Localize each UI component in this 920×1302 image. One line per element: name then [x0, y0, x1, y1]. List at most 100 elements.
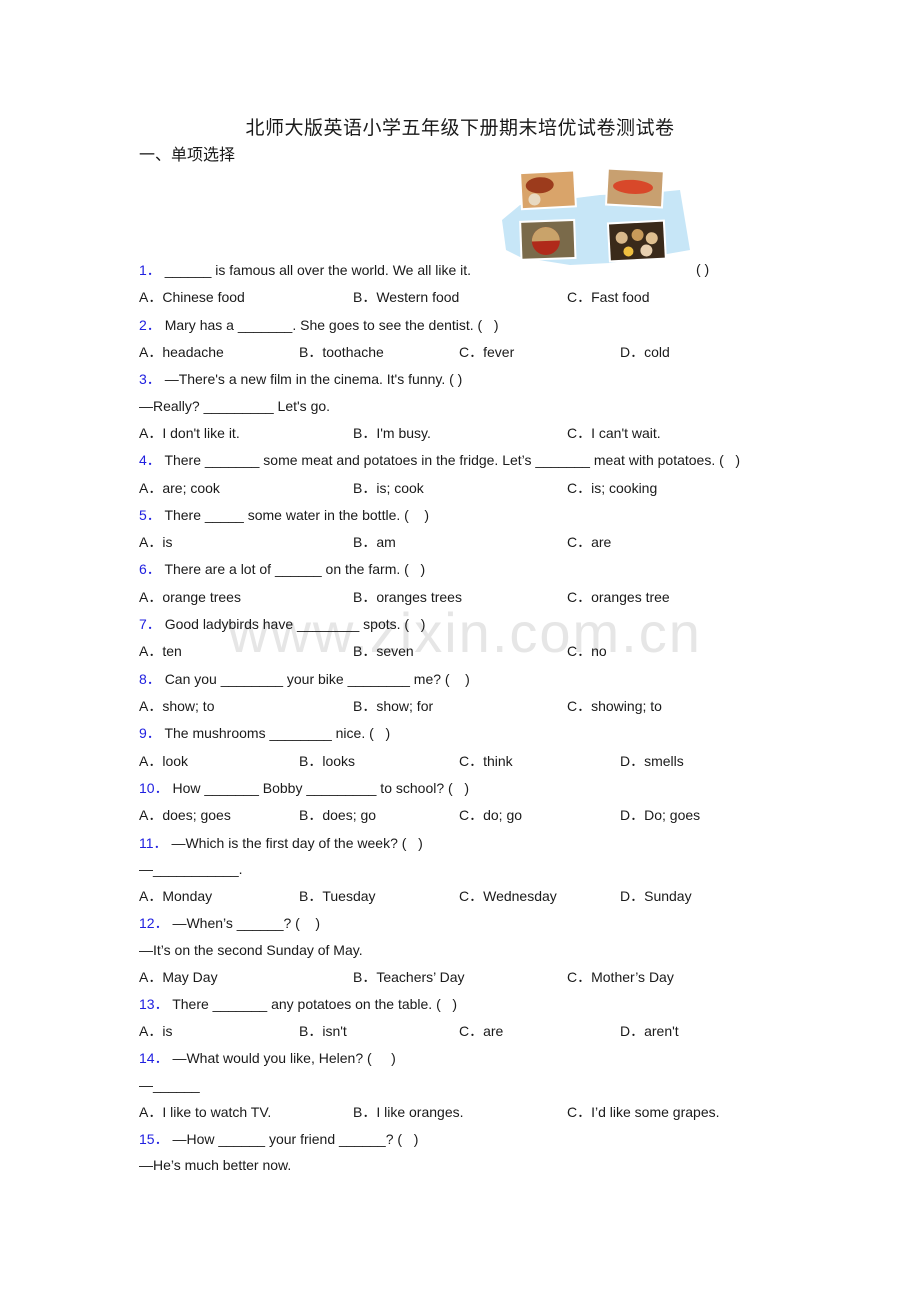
answer-option: C．I’d like some grapes. — [567, 1104, 720, 1120]
question-text: There _______ any potatoes on the table.… — [172, 996, 458, 1012]
question-text: —Which is the first day of the week? ( ) — [171, 835, 423, 851]
food-collage-image — [502, 167, 690, 265]
document-title: 北师大版英语小学五年级下册期末培优试卷测试卷 — [245, 117, 675, 139]
question-number: 3． — [139, 371, 165, 387]
question-stem: 12． —When’s ______? ( ) — [139, 914, 320, 932]
answer-option: C．Fast food — [567, 289, 650, 305]
answer-option: C．Mother’s Day — [567, 969, 674, 985]
question-stem: 13． There _______ any potatoes on the ta… — [139, 995, 457, 1013]
question-number: 9． — [139, 725, 165, 741]
answer-option: B．Western food — [353, 289, 460, 305]
answer-option: C．showing; to — [567, 698, 662, 714]
answer-option: C．do; go — [459, 807, 523, 823]
question-text: How _______ Bobby _________ to school? (… — [172, 780, 470, 796]
question-text: Good ladybirds have ________ spots. ( ) — [164, 616, 426, 632]
photo-hot-pot — [519, 218, 577, 261]
answer-option: B．Teachers’ Day — [353, 969, 465, 985]
question-number: 14． — [139, 1050, 173, 1066]
question-stem: 4． There _______ some meat and potatoes … — [139, 451, 740, 469]
question-stem: 2． Mary has a _______. She goes to see t… — [139, 316, 499, 334]
answer-option: B．looks — [299, 753, 356, 769]
question-text: —There's a new film in the cinema. It's … — [164, 371, 463, 387]
question-number: 11． — [139, 835, 172, 851]
answer-option: A．I don't like it. — [139, 425, 240, 441]
question-stem: 14． —What would you like, Helen? ( ) — [139, 1049, 396, 1067]
answer-option: B．is; cook — [353, 480, 424, 496]
question-stem: 11． —Which is the first day of the week?… — [139, 834, 423, 852]
answer-option: D．smells — [620, 753, 684, 769]
question-text: ______ is famous all over the world. We … — [164, 262, 472, 278]
question-text: There _______ some meat and potatoes in … — [164, 452, 741, 468]
answer-option: C．no — [567, 643, 607, 659]
question-stem: 1． ______ is famous all over the world. … — [139, 261, 471, 279]
answer-option: B．isn't — [299, 1023, 347, 1039]
question-number: 15． — [139, 1131, 173, 1147]
answer-option: C．are — [459, 1023, 504, 1039]
question-stem: 9． The mushrooms ________ nice. ( ) — [139, 724, 390, 742]
answer-option: B．I like oranges. — [353, 1104, 464, 1120]
dialogue-line: —Really? _________ Let's go. — [139, 398, 331, 414]
answer-option: B．am — [353, 534, 396, 550]
answer-option: B．I'm busy. — [353, 425, 431, 441]
answer-option: A．show; to — [139, 698, 215, 714]
answer-option: A．is — [139, 534, 173, 550]
answer-option: A．are; cook — [139, 480, 220, 496]
dialogue-line: —______ — [139, 1077, 200, 1093]
question-number: 7． — [139, 616, 165, 632]
answer-option: D．cold — [620, 344, 670, 360]
answer-option: A．Monday — [139, 888, 213, 904]
answer-option: C．Wednesday — [459, 888, 557, 904]
photo-roast-duck — [519, 169, 577, 211]
question-stem: 10． How _______ Bobby _________ to schoo… — [139, 779, 469, 797]
answer-option: A．Chinese food — [139, 289, 245, 305]
question-text: Mary has a _______. She goes to see the … — [164, 317, 499, 333]
question-text: There _____ some water in the bottle. ( … — [164, 507, 430, 523]
answer-option: C．is; cooking — [567, 480, 658, 496]
answer-option: B．does; go — [299, 807, 377, 823]
answer-bracket: ( ) — [696, 261, 710, 277]
dialogue-line: —___________. — [139, 861, 243, 877]
question-text: —How ______ your friend ______? ( ) — [172, 1131, 419, 1147]
answer-option: C．I can't wait. — [567, 425, 661, 441]
answer-option: A．orange trees — [139, 589, 241, 605]
section-heading: 一、单项选择 — [139, 145, 236, 164]
answer-option: D．aren't — [620, 1023, 679, 1039]
question-number: 10． — [139, 780, 173, 796]
answer-option: A．May Day — [139, 969, 218, 985]
answer-option: D．Do; goes — [620, 807, 701, 823]
question-number: 6． — [139, 561, 165, 577]
question-text: There are a lot of ______ on the farm. (… — [164, 561, 426, 577]
question-number: 5． — [139, 507, 165, 523]
question-text: The mushrooms ________ nice. ( ) — [164, 725, 391, 741]
question-stem: 8． Can you ________ your bike ________ m… — [139, 670, 470, 688]
question-text: —When’s ______? ( ) — [172, 915, 321, 931]
answer-option: B．toothache — [299, 344, 384, 360]
answer-option: B．seven — [353, 643, 414, 659]
question-stem: 6． There are a lot of ______ on the farm… — [139, 560, 425, 578]
answer-option: C．oranges tree — [567, 589, 670, 605]
answer-option: D．Sunday — [620, 888, 692, 904]
answer-option: A．headache — [139, 344, 224, 360]
question-number: 4． — [139, 452, 165, 468]
question-number: 12． — [139, 915, 173, 931]
question-number: 13． — [139, 996, 173, 1012]
answer-option: B．Tuesday — [299, 888, 376, 904]
question-number: 8． — [139, 671, 165, 687]
question-number: 2． — [139, 317, 165, 333]
photo-sweet-sour-fish — [604, 167, 665, 209]
answer-option: A．ten — [139, 643, 182, 659]
dialogue-line: —It’s on the second Sunday of May. — [139, 942, 363, 958]
answer-option: C．think — [459, 753, 513, 769]
photo-dim-sum — [606, 219, 667, 263]
answer-option: A．look — [139, 753, 189, 769]
answer-option: C．fever — [459, 344, 515, 360]
question-stem: 3． —There's a new film in the cinema. It… — [139, 370, 462, 388]
answer-option: A．is — [139, 1023, 173, 1039]
question-stem: 5． There _____ some water in the bottle.… — [139, 506, 429, 524]
question-stem: 15． —How ______ your friend ______? ( ) — [139, 1130, 418, 1148]
question-text: —What would you like, Helen? ( ) — [172, 1050, 396, 1066]
answer-option: A．I like to watch TV. — [139, 1104, 272, 1120]
answer-option: C．are — [567, 534, 612, 550]
answer-option: B．oranges trees — [353, 589, 462, 605]
answer-option: A．does; goes — [139, 807, 231, 823]
